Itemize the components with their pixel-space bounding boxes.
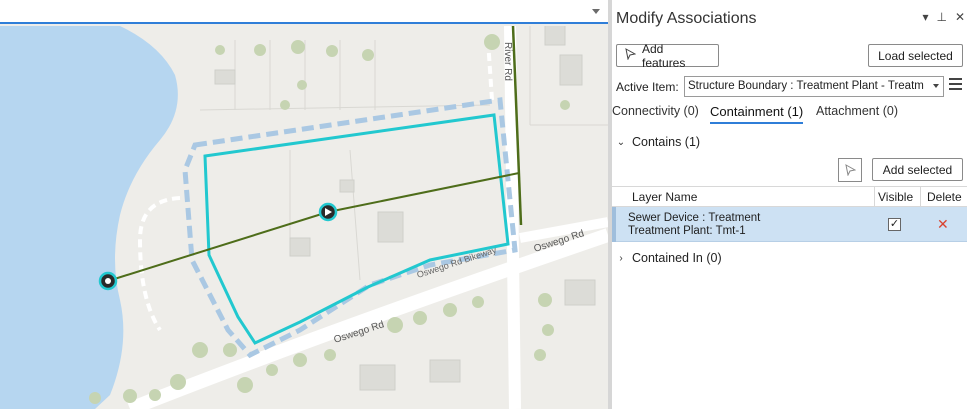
add-features-label: Add features <box>642 41 686 70</box>
tab-attachment[interactable]: Attachment (0) <box>816 104 898 121</box>
contained-in-section-header[interactable]: › Contained In (0) <box>616 251 722 265</box>
pane-menu-dropdown-icon[interactable]: ▾ <box>922 10 928 24</box>
chevron-right-icon: › <box>619 252 623 264</box>
delete-icon[interactable]: ✕ <box>937 216 949 233</box>
select-features-button[interactable] <box>838 158 862 182</box>
chevron-down-icon <box>933 84 939 88</box>
add-selected-button[interactable]: Add selected <box>872 158 963 181</box>
pane-title: Modify Associations <box>616 10 757 27</box>
table-row[interactable]: Sewer Device : Treatment Treatment Plant… <box>612 207 967 242</box>
sewer-junction-symbol <box>98 271 118 291</box>
row-layer-name: Sewer Device : Treatment Treatment Plant… <box>628 212 760 238</box>
active-item-select[interactable]: Structure Boundary : Treatment Plant - T… <box>684 76 944 97</box>
map-dropdown-icon[interactable] <box>592 9 600 14</box>
select-arrow-icon <box>625 48 637 63</box>
row-selection-indicator <box>612 207 616 242</box>
load-selected-button[interactable]: Load selected <box>868 44 963 67</box>
active-item-value: Structure Boundary : Treatment Plant - T… <box>688 80 924 92</box>
select-arrow-icon <box>844 164 856 176</box>
contains-section-header[interactable]: ⌄ Contains (1) <box>616 135 700 149</box>
pin-icon[interactable]: ⊥ <box>936 10 946 24</box>
pane-title-icons: ▾ ⊥ ✕ <box>922 10 965 24</box>
add-selected-label: Add selected <box>882 162 953 177</box>
map-view-header <box>0 0 608 24</box>
chevron-down-icon: ⌄ <box>616 136 626 148</box>
tab-containment[interactable]: Containment (1) <box>710 104 804 124</box>
row-layer-name-line1: Sewer Device : Treatment <box>628 212 761 224</box>
containment-table: Layer Name Visible Delete Sewer Device :… <box>612 186 967 242</box>
active-item-label: Active Item: <box>616 80 679 94</box>
column-header-delete[interactable]: Delete <box>927 190 962 204</box>
road-label-river-rd: River Rd <box>502 42 513 81</box>
row-layer-name-line2: Treatment Plant: Tmt-1 <box>628 225 746 237</box>
visible-checkbox[interactable]: ✓ <box>888 218 901 231</box>
options-menu-icon[interactable] <box>949 78 962 90</box>
table-header: Layer Name Visible Delete <box>612 186 967 207</box>
close-icon[interactable]: ✕ <box>955 10 965 24</box>
contains-label: Contains (1) <box>632 135 701 149</box>
add-features-button[interactable]: Add features <box>616 41 719 70</box>
map-view[interactable]: River Rd Oswego Rd Oswego Rd Oswego Rd B… <box>0 0 608 409</box>
column-header-layer-name[interactable]: Layer Name <box>632 190 697 204</box>
modify-associations-pane: Modify Associations ▾ ⊥ ✕ Add features L… <box>612 0 971 409</box>
contained-in-label: Contained In (0) <box>632 251 722 265</box>
column-header-visible[interactable]: Visible <box>878 190 913 204</box>
load-selected-label: Load selected <box>878 48 953 63</box>
tab-connectivity[interactable]: Connectivity (0) <box>612 104 699 121</box>
sewer-device-symbol <box>318 202 338 222</box>
map-canvas[interactable]: River Rd Oswego Rd Oswego Rd Oswego Rd B… <box>0 26 608 409</box>
